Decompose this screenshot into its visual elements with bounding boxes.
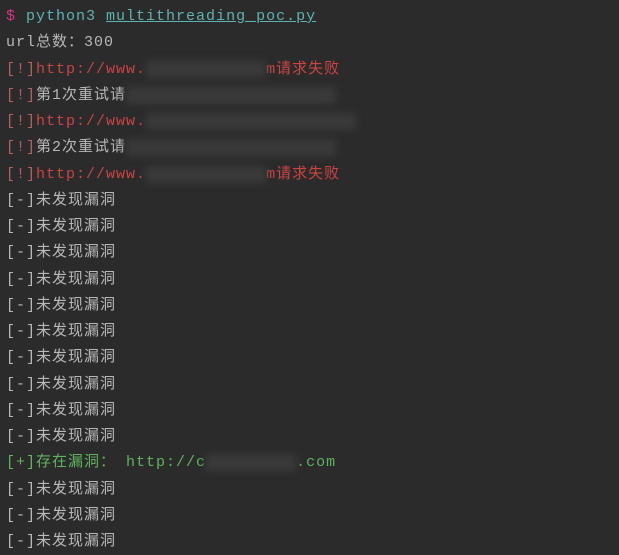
error-bracket: [!]: [6, 166, 36, 183]
neutral-bracket: [-]: [6, 349, 36, 366]
novuln-line: [-]未发现漏洞: [6, 372, 613, 398]
error-suffix: m请求失败: [266, 61, 340, 78]
neutral-bracket: [-]: [6, 271, 36, 288]
vuln-url-prefix: http://c: [116, 454, 206, 471]
retry-line: [!]第1次重试请xxxxxxxxxxxxxxxxxxxxx: [6, 83, 613, 109]
novuln-line: [-]未发现漏洞: [6, 477, 613, 503]
success-bracket: [+]: [6, 454, 36, 471]
redacted-text: xxxxxxxxxxxx: [146, 166, 266, 183]
url-count-line: url总数：300: [6, 30, 613, 56]
retry-text: 第2次重试请: [36, 139, 126, 156]
redacted-text: xxxxxxxxxxxxxxxxxxxxx: [126, 87, 336, 104]
error-bracket: [!]: [6, 139, 36, 156]
redacted-text: xxxxxxxxx: [206, 454, 296, 471]
retry-line: [!]第2次重试请xxxxxxxxxxxxxxxxxxxxx: [6, 135, 613, 161]
error-url-prefix: http://www.: [36, 166, 146, 183]
vuln-text: 存在漏洞：: [36, 454, 116, 471]
neutral-bracket: [-]: [6, 428, 36, 445]
script-name: multithreading_poc.py: [106, 8, 316, 25]
novuln-line: [-]未发现漏洞: [6, 319, 613, 345]
error-line: [!]http://www.xxxxxxxxxxxxm请求失败: [6, 162, 613, 188]
prompt-symbol: $: [6, 8, 16, 25]
neutral-bracket: [-]: [6, 192, 36, 209]
novuln-line: [-]未发现漏洞: [6, 214, 613, 240]
prompt-line: $ python3 multithreading_poc.py: [6, 4, 613, 30]
error-bracket: [!]: [6, 87, 36, 104]
novuln-line: [-]未发现漏洞: [6, 424, 613, 450]
prompt-command: python3 multithreading_poc.py: [16, 8, 316, 25]
neutral-bracket: [-]: [6, 402, 36, 419]
novuln-text: 未发现漏洞: [36, 349, 116, 366]
novuln-text: 未发现漏洞: [36, 376, 116, 393]
novuln-text: 未发现漏洞: [36, 271, 116, 288]
error-bracket: [!]: [6, 113, 36, 130]
redacted-text: xxxxxxxxxxxxxxxxxxxxx: [126, 139, 336, 156]
novuln-line: [-]未发现漏洞: [6, 267, 613, 293]
novuln-line: [-]未发现漏洞: [6, 529, 613, 555]
novuln-text: 未发现漏洞: [36, 481, 116, 498]
neutral-bracket: [-]: [6, 218, 36, 235]
novuln-text: 未发现漏洞: [36, 297, 116, 314]
neutral-bracket: [-]: [6, 297, 36, 314]
neutral-bracket: [-]: [6, 507, 36, 524]
redacted-text: xxxxxxxxxxxxxxxxxxxxm: [146, 113, 356, 130]
novuln-text: 未发现漏洞: [36, 192, 116, 209]
error-url-prefix: http://www.: [36, 61, 146, 78]
vuln-found-line: [+]存在漏洞： http://cxxxxxxxxx.com: [6, 450, 613, 476]
neutral-bracket: [-]: [6, 481, 36, 498]
url-count-label: url总数：: [6, 34, 84, 51]
novuln-text: 未发现漏洞: [36, 244, 116, 261]
error-suffix: m请求失败: [266, 166, 340, 183]
vuln-url-suffix: .com: [296, 454, 336, 471]
novuln-text: 未发现漏洞: [36, 218, 116, 235]
novuln-line: [-]未发现漏洞: [6, 398, 613, 424]
novuln-line: [-]未发现漏洞: [6, 345, 613, 371]
url-count-value: 300: [84, 34, 114, 51]
novuln-line: [-]未发现漏洞: [6, 293, 613, 319]
novuln-line: [-]未发现漏洞: [6, 503, 613, 529]
error-bracket: [!]: [6, 61, 36, 78]
novuln-text: 未发现漏洞: [36, 402, 116, 419]
novuln-line: [-]未发现漏洞: [6, 188, 613, 214]
redacted-text: xxxxxxxxxxxx: [146, 61, 266, 78]
error-line: [!]http://www.xxxxxxxxxxxxm请求失败: [6, 57, 613, 83]
error-url-prefix: http://www.: [36, 113, 146, 130]
neutral-bracket: [-]: [6, 376, 36, 393]
error-line: [!]http://www.xxxxxxxxxxxxxxxxxxxxm: [6, 109, 613, 135]
neutral-bracket: [-]: [6, 533, 36, 550]
retry-text: 第1次重试请: [36, 87, 126, 104]
novuln-text: 未发现漏洞: [36, 533, 116, 550]
neutral-bracket: [-]: [6, 244, 36, 261]
novuln-text: 未发现漏洞: [36, 428, 116, 445]
novuln-line: [-]未发现漏洞: [6, 240, 613, 266]
novuln-text: 未发现漏洞: [36, 323, 116, 340]
novuln-text: 未发现漏洞: [36, 507, 116, 524]
neutral-bracket: [-]: [6, 323, 36, 340]
